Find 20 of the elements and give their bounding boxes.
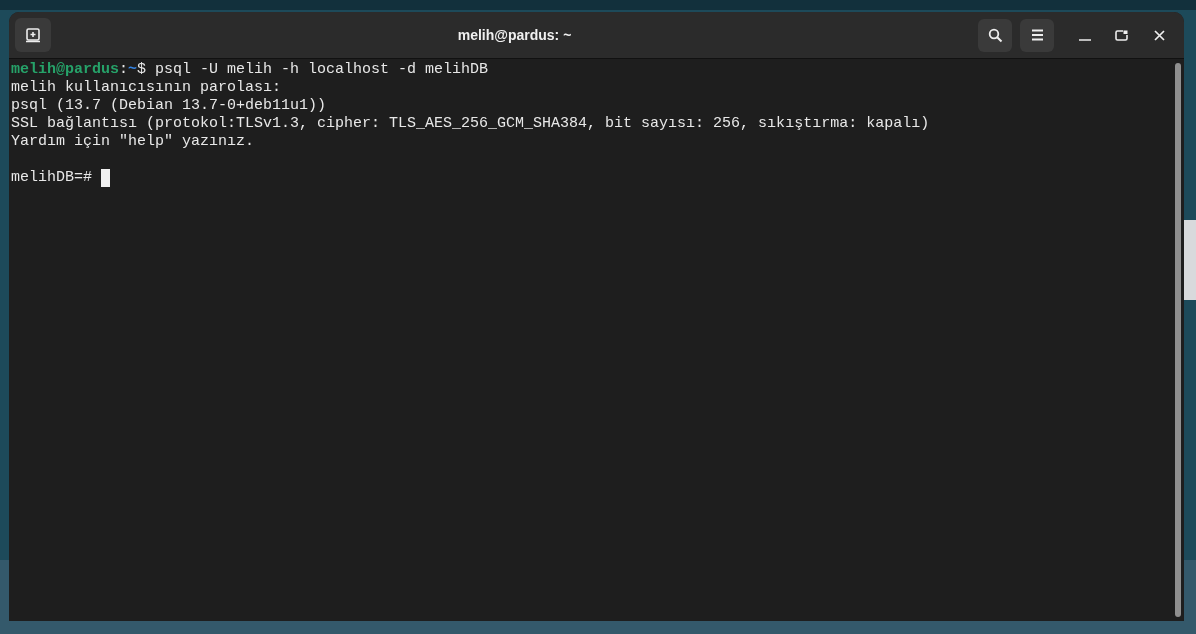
minimize-icon xyxy=(1079,38,1091,41)
menu-icon xyxy=(1030,29,1044,41)
text-cursor xyxy=(101,169,110,187)
window-title: melih@pardus: ~ xyxy=(457,25,572,45)
search-button[interactable] xyxy=(978,18,1012,52)
psql-prompt: melihDB=# xyxy=(11,169,92,187)
new-tab-button[interactable] xyxy=(15,18,51,52)
menu-button[interactable] xyxy=(1020,18,1054,52)
output-line: Yardım için "help" yazınız. xyxy=(11,133,255,151)
search-icon xyxy=(987,27,1003,43)
prompt-path: ~ xyxy=(128,61,138,79)
close-icon xyxy=(1153,29,1165,41)
prompt-separator: : xyxy=(119,61,129,79)
new-tab-icon xyxy=(25,27,41,43)
restore-icon xyxy=(1114,29,1128,41)
command-text: $ psql -U melih -h localhost -d melihDB xyxy=(137,61,489,79)
output-line: SSL bağlantısı (protokol:TLSv1.3, cipher: TLS_AES_256_GCM_SHA384, bit sayısı: 256, sıkıştırma: kapalı) xyxy=(11,115,930,133)
output-line: psql (13.7 (Debian 13.7-0+deb11u1)) xyxy=(11,97,327,115)
output-line: melih kullanıcısının parolası: xyxy=(11,79,282,97)
prompt-user-host: melih@pardus xyxy=(11,61,120,79)
